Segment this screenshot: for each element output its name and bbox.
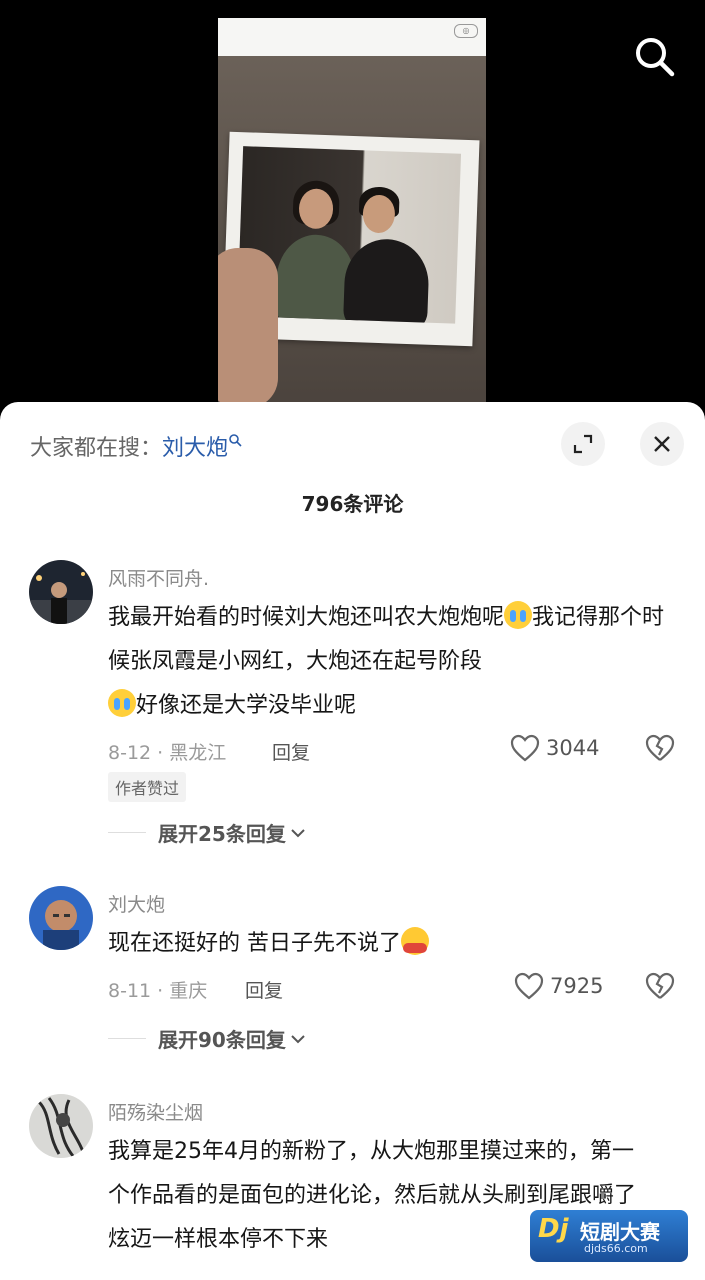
broken-heart-icon <box>645 734 675 761</box>
watermark-url: djds66.com <box>584 1242 648 1255</box>
video-area[interactable]: ◎ <box>0 0 705 410</box>
like-count: 3044 <box>546 736 600 760</box>
expand-replies-button[interactable]: 展开90条回复 <box>108 1024 306 1053</box>
like-count: 7925 <box>550 974 604 998</box>
chevron-down-icon <box>291 1034 305 1043</box>
hand <box>218 248 278 408</box>
avatar-image <box>29 1094 93 1158</box>
dislike-button[interactable] <box>645 734 675 766</box>
comment-text-part: 好像还是大学没毕业呢 <box>136 693 357 718</box>
username[interactable]: 陌殇染尘烟 <box>108 1098 203 1125</box>
reply-button[interactable]: 回复 <box>272 738 310 765</box>
hot-search-prefix: 大家都在搜： <box>30 436 163 461</box>
video-top-bar: ◎ <box>218 18 486 56</box>
avatar[interactable] <box>29 560 93 624</box>
avatar[interactable] <box>29 1094 93 1158</box>
person-body <box>342 237 430 324</box>
expand-replies-label: 展开90条回复 <box>158 1028 286 1052</box>
watermark-logo: Dj 短剧大赛 djds66.com <box>528 1208 690 1264</box>
ad-icon: ◎ <box>454 24 478 38</box>
watermark-title: 短剧大赛 <box>580 1220 660 1244</box>
search-button[interactable] <box>632 34 676 78</box>
small-search-icon <box>229 434 242 447</box>
hugging-emoji-icon <box>401 927 429 955</box>
comment-text: 我最开始看的时候刘大炮还叫农大炮炮呢 我记得那个时候张凤霞是小网红，大炮还在起号阶… <box>108 596 683 728</box>
dislike-button[interactable] <box>645 972 675 1004</box>
comment-text-part: 现在还挺好的 苦日子先不说了 <box>108 931 401 956</box>
crying-emoji-icon <box>504 601 533 629</box>
author-liked-badge: 作者赞过 <box>108 772 187 802</box>
avatar[interactable] <box>29 886 93 950</box>
person-face <box>362 194 396 234</box>
chevron-down-icon <box>291 828 305 837</box>
watermark-mark: Dj <box>538 1214 569 1244</box>
username[interactable]: 风雨不同舟. <box>108 564 209 591</box>
like-button[interactable]: 7925 <box>514 972 603 1000</box>
search-icon <box>636 38 675 77</box>
expand-replies-button[interactable]: 展开25条回复 <box>108 818 306 847</box>
like-button[interactable]: 3044 <box>510 734 599 762</box>
comment-count: 796条评论 <box>301 492 404 516</box>
comment-sheet: 大家都在搜：刘大炮 796条评论 风雨不同舟. 我最开始看的时候刘大炮还叫农大炮… <box>0 402 705 1280</box>
video-frame: ◎ <box>218 18 486 410</box>
expand-button[interactable] <box>561 422 605 466</box>
close-button[interactable] <box>640 422 684 466</box>
divider-line <box>108 1038 146 1039</box>
hot-search-bar[interactable]: 大家都在搜：刘大炮 <box>30 430 242 462</box>
close-icon <box>654 436 670 452</box>
heart-icon <box>514 972 544 1000</box>
avatar-image <box>29 886 93 950</box>
divider-line <box>108 832 146 833</box>
broken-heart-icon <box>645 972 675 999</box>
expand-replies-label: 展开25条回复 <box>158 822 286 846</box>
comment-text: 现在还挺好的 苦日子先不说了 <box>108 922 683 966</box>
expand-icon <box>573 434 593 454</box>
avatar-image <box>29 560 93 624</box>
crying-emoji-icon <box>108 689 136 717</box>
heart-icon <box>510 734 540 762</box>
comment-date-location: 8-12 · 黑龙江 <box>108 742 227 764</box>
comment-date-location: 8-11 · 重庆 <box>108 980 208 1002</box>
username[interactable]: 刘大炮 <box>108 890 165 917</box>
hot-search-keyword[interactable]: 刘大炮 <box>162 436 228 461</box>
comment-text-part: 我最开始看的时候刘大炮还叫农大炮炮呢 <box>108 605 505 630</box>
reply-button[interactable]: 回复 <box>245 976 283 1003</box>
